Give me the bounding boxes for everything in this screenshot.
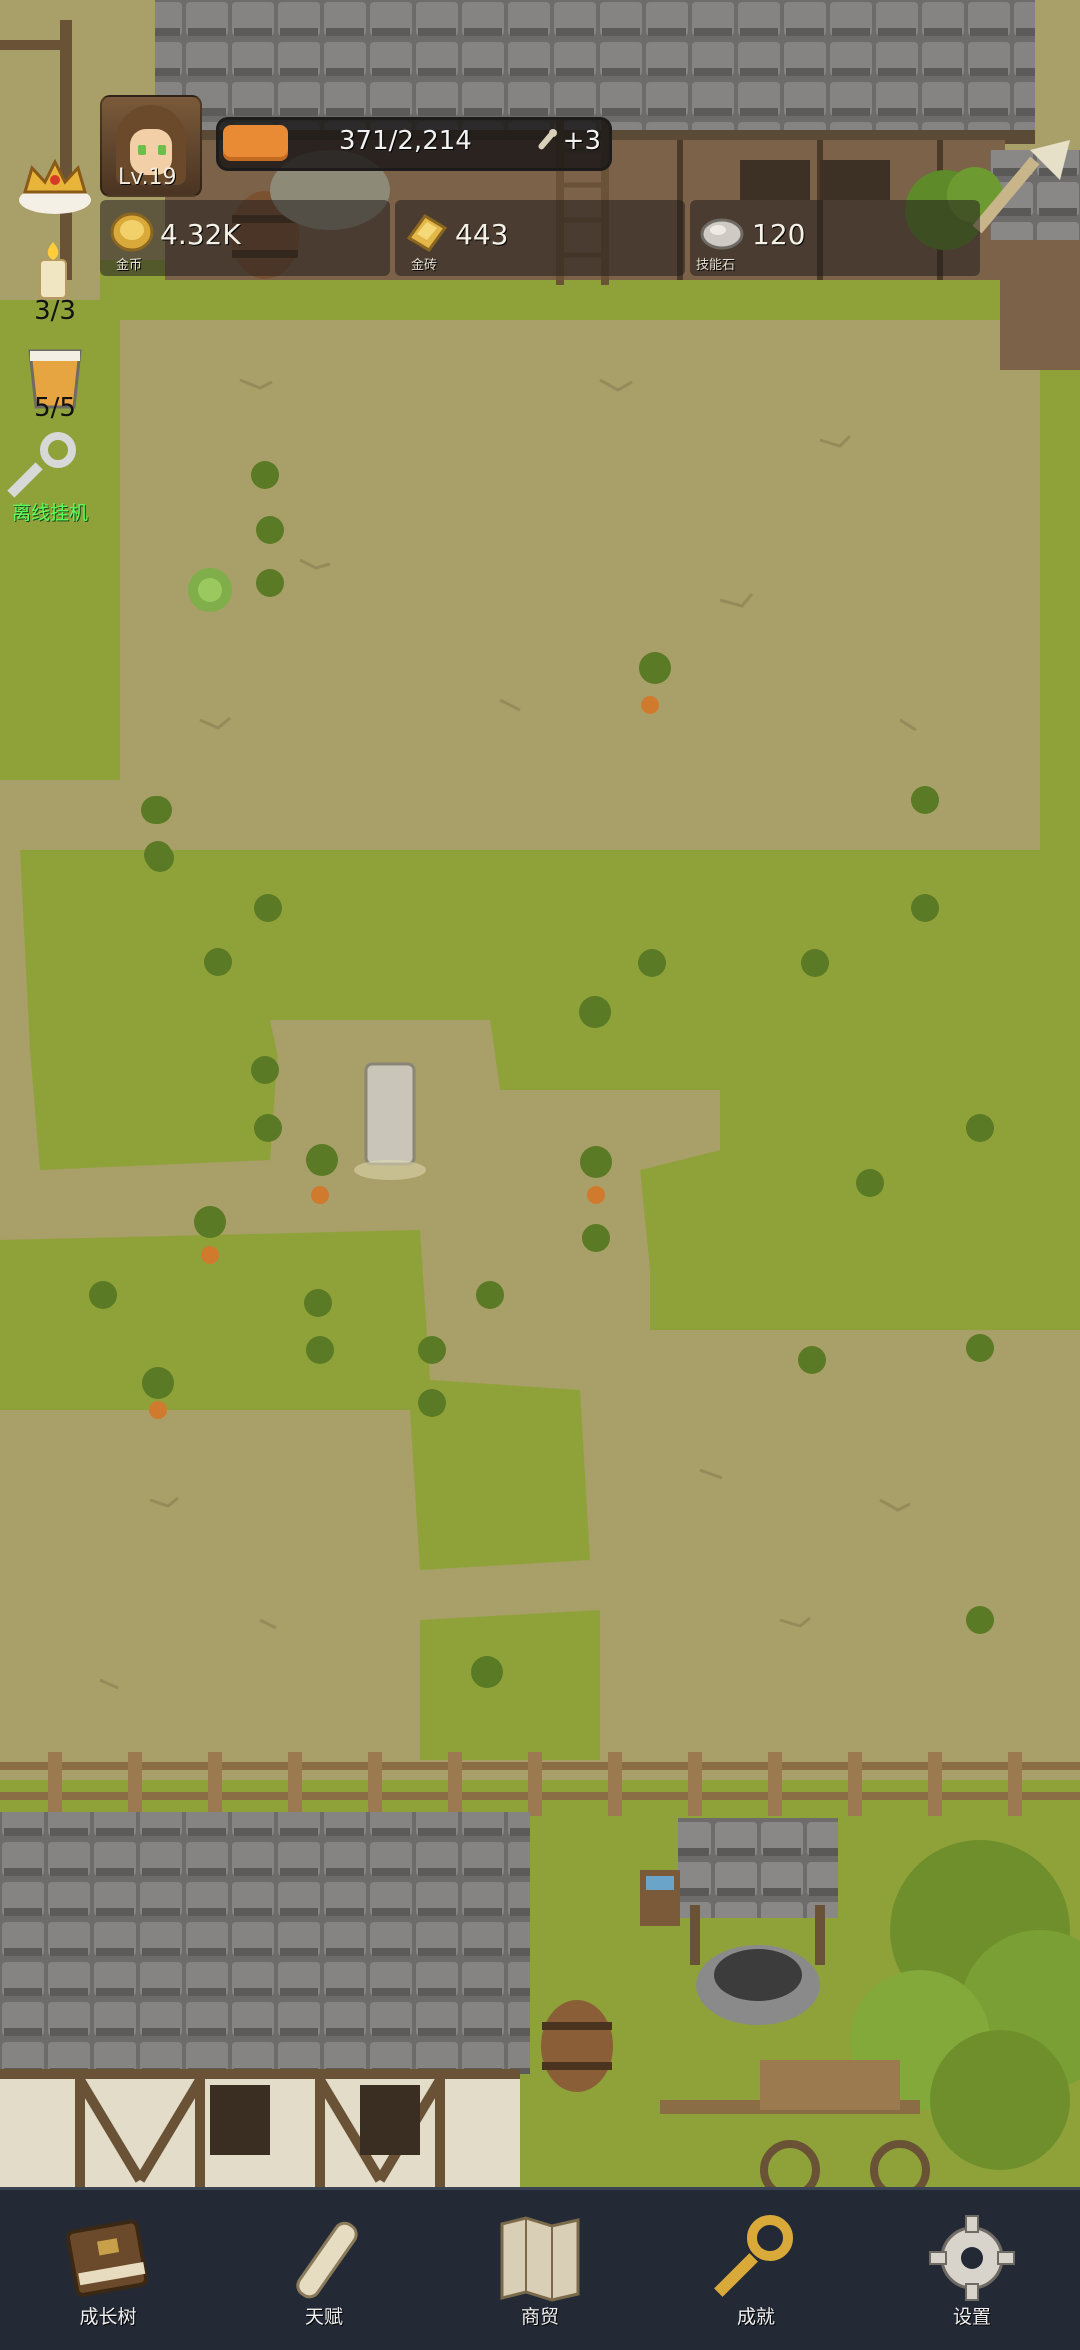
- gold-coin-value: 4.32K: [160, 218, 241, 251]
- skill-stone-value: 120: [752, 218, 806, 251]
- xp-bonus-value: +3: [562, 126, 601, 156]
- key-icon: [714, 2215, 793, 2297]
- nav-settings-label: 设置: [952, 2306, 991, 2328]
- crown-icon: [19, 158, 91, 214]
- nav-trade-label: 商贸: [520, 2306, 559, 2328]
- xp-fill: [223, 125, 288, 161]
- gold-brick-value: 443: [455, 218, 509, 251]
- nav-achievement-label: 成就: [736, 2306, 775, 2328]
- idle-button[interactable]: 离线挂机: [0, 432, 110, 524]
- gold-coin-counter[interactable]: 4.32K 金币: [102, 202, 382, 274]
- scroll-icon: [296, 2221, 358, 2299]
- barrel: [541, 2000, 613, 2092]
- nav-growth-tree[interactable]: 成长树: [8, 2190, 208, 2350]
- skill-stone-icon: [700, 218, 744, 250]
- candle-count: 3/3: [34, 296, 76, 326]
- skill-stone-counter[interactable]: 120 技能石: [692, 202, 972, 274]
- game-scene: [0, 0, 1080, 2347]
- xp-bonus: +3: [533, 126, 601, 156]
- idle-label: 离线挂机: [12, 502, 89, 524]
- gold-brick-label: 金砖: [411, 258, 438, 273]
- drink-counter[interactable]: 5/5: [0, 345, 110, 435]
- map-icon: [500, 2216, 580, 2302]
- candle-counter[interactable]: 3/3: [0, 240, 110, 330]
- nav-growth-tree-label: 成长树: [79, 2306, 137, 2328]
- book-icon: [65, 2219, 149, 2297]
- nav-trade[interactable]: 商贸: [440, 2190, 640, 2350]
- player-level: Lv.19: [118, 165, 177, 190]
- nav-achievement[interactable]: 成就: [656, 2190, 856, 2350]
- wrench-key-icon: [7, 432, 76, 498]
- bottom-nav: 成长树 天赋 商贸 成就 设置: [0, 2187, 1080, 2350]
- gold-brick-icon: [406, 214, 448, 252]
- crown-button[interactable]: [0, 150, 110, 220]
- xp-text: 371/2,214: [339, 126, 472, 156]
- gold-brick-counter[interactable]: 443 金砖: [397, 202, 677, 274]
- xp-bar: 371/2,214 +3: [216, 117, 612, 171]
- bone-icon: [538, 129, 557, 150]
- farm-map: [0, 0, 1080, 2347]
- nav-talent[interactable]: 天赋: [224, 2190, 424, 2350]
- candle-icon: [39, 242, 67, 299]
- nav-talent-label: 天赋: [304, 2306, 343, 2328]
- gear-icon: [929, 2215, 1015, 2301]
- gold-coin-label: 金币: [116, 258, 143, 273]
- gold-coin-icon: [110, 212, 154, 252]
- nav-settings[interactable]: 设置: [872, 2190, 1072, 2350]
- skill-stone-label: 技能石: [696, 258, 736, 273]
- drink-count: 5/5: [34, 393, 76, 423]
- barn-roof: [0, 1812, 530, 2074]
- stone-marker: [364, 1062, 416, 1166]
